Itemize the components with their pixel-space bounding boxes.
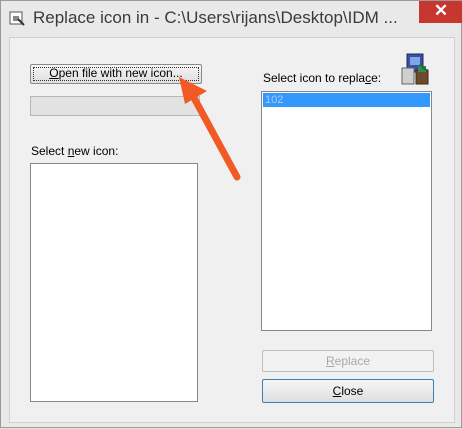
- list-item[interactable]: 102: [263, 93, 430, 107]
- replace-button[interactable]: Replace: [262, 350, 434, 372]
- replace-icon-dialog: Replace icon in - C:\Users\rijans\Deskto…: [0, 0, 462, 428]
- installer-icon: [401, 53, 429, 85]
- replace-accel: R: [325, 354, 335, 368]
- new-icon-label: Select new icon:: [31, 144, 118, 158]
- focus-rect: [33, 67, 199, 81]
- window-title: Replace icon in - C:\Users\rijans\Deskto…: [33, 8, 398, 27]
- file-path-field: [30, 96, 200, 116]
- new-icon-list[interactable]: [30, 163, 198, 402]
- open-file-button[interactable]: Open file with new icon...: [30, 64, 202, 84]
- close-button[interactable]: Close: [262, 379, 434, 403]
- new-icon-label-post: ew icon:: [74, 144, 119, 158]
- title-bar[interactable]: Replace icon in - C:\Users\rijans\Deskto…: [1, 1, 462, 37]
- replace-icon-label: Select icon to replace:: [263, 71, 381, 85]
- close-text: lose: [341, 384, 364, 398]
- replace-text: eplace: [334, 354, 371, 368]
- replace-label-post: e:: [371, 71, 382, 85]
- dialog-body: Open file with new icon... Select new ic…: [9, 37, 455, 423]
- app-icon: [9, 11, 25, 26]
- window-close-button[interactable]: ✕: [419, 1, 462, 23]
- existing-icon-list[interactable]: 102: [261, 91, 432, 331]
- replace-label-pre: Select icon to repla: [263, 71, 366, 85]
- new-icon-label-pre: Select: [31, 144, 68, 158]
